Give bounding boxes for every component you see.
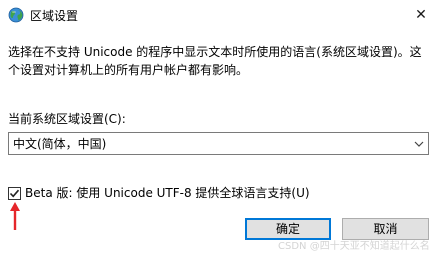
cancel-button[interactable]: 取消 [342, 218, 429, 240]
beta-utf8-option[interactable]: Beta 版: 使用 Unicode UTF-8 提供全球语言支持(U) [8, 185, 310, 201]
chevron-down-icon[interactable] [413, 137, 425, 151]
title-bar: 区域设置 ✕ [0, 0, 437, 32]
description-line-1: 选择在不支持 Unicode 的程序中显示文本时所使用的语言(系统区域设置)。这 [8, 45, 422, 59]
description-line-2: 个设置对计算机上的所有用户帐户都有影响。 [8, 63, 249, 77]
beta-utf8-checkbox[interactable] [8, 187, 21, 200]
ok-button[interactable]: 确定 [245, 218, 331, 240]
selected-locale-value: 中文(简体，中国) [13, 137, 107, 151]
close-button[interactable]: ✕ [405, 0, 437, 30]
region-settings-dialog: 区域设置 ✕ 选择在不支持 Unicode 的程序中显示文本时所使用的语言(系统… [0, 0, 437, 259]
checkmark-icon [9, 189, 20, 198]
watermark: CSDN @四十天亚不知道起什么名 [278, 241, 430, 252]
current-locale-label: 当前系统区域设置(C): [8, 112, 126, 126]
close-icon: ✕ [415, 7, 427, 23]
system-locale-select[interactable]: 中文(简体，中国) [8, 132, 429, 155]
window-title: 区域设置 [30, 9, 79, 23]
annotation-arrow-icon [9, 202, 21, 230]
description-text: 选择在不支持 Unicode 的程序中显示文本时所使用的语言(系统区域设置)。这… [8, 43, 432, 79]
beta-utf8-label: Beta 版: 使用 Unicode UTF-8 提供全球语言支持(U) [25, 186, 310, 200]
globe-icon [8, 7, 24, 23]
